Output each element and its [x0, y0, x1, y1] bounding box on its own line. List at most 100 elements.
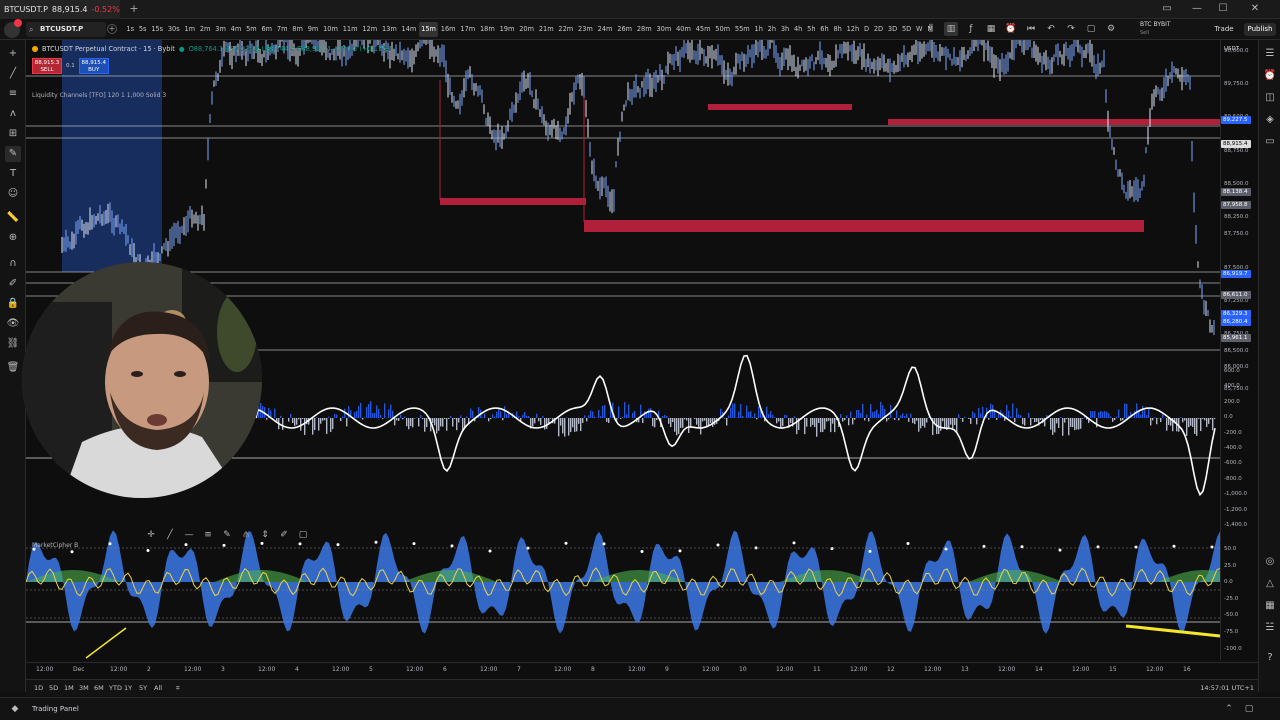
trade-button[interactable]: Trade: [1212, 23, 1236, 36]
ideas-icon[interactable]: △: [1262, 576, 1278, 592]
timeframe-15s[interactable]: 15s: [149, 22, 166, 37]
timeframe-10m[interactable]: 10m: [321, 22, 341, 37]
replay-icon[interactable]: ⏮: [1024, 22, 1038, 36]
magnet-icon[interactable]: ∩: [5, 256, 21, 272]
timeframe-55m[interactable]: 55m: [733, 22, 753, 37]
timeframe-24m[interactable]: 24m: [595, 22, 615, 37]
trendline-icon[interactable]: ╱: [163, 528, 177, 542]
link-icon[interactable]: ⛓: [5, 336, 21, 352]
pattern-icon[interactable]: ʌ: [5, 106, 21, 122]
timeframe-50m[interactable]: 50m: [713, 22, 733, 37]
timeframe-9m[interactable]: 9m: [305, 22, 320, 37]
timeframe-13m[interactable]: 13m: [380, 22, 400, 37]
brush-icon[interactable]: ✎: [220, 528, 234, 542]
watchlist-icon[interactable]: ☰: [1262, 46, 1278, 62]
maximize-panel-icon[interactable]: ▢: [1242, 703, 1256, 716]
clock[interactable]: 14:57:01 UTC+1: [1200, 682, 1254, 695]
icons-tool-icon[interactable]: ☺: [5, 186, 21, 202]
timeframe-3m[interactable]: 3m: [213, 22, 228, 37]
timeframe-40m[interactable]: 40m: [674, 22, 694, 37]
pitchfork-icon[interactable]: ⫛: [239, 528, 253, 542]
zoom-icon[interactable]: ⊕: [5, 230, 21, 246]
sell-button[interactable]: 88,915.3 SELL: [32, 58, 62, 74]
timeframe-16m[interactable]: 16m: [438, 22, 458, 37]
timeframe-19m[interactable]: 19m: [497, 22, 517, 37]
candles-icon[interactable]: ▥: [944, 22, 958, 36]
redo-icon[interactable]: ↷: [1064, 22, 1078, 36]
layers-icon[interactable]: ◈: [1262, 112, 1278, 128]
timeframe-6h[interactable]: 6h: [818, 22, 831, 37]
timeframe-1s[interactable]: 1s: [124, 22, 136, 37]
time-axis[interactable]: 12:00 Dec 12:00 2 12:00 3 12:00 4 12:00 5 12:00 6 12…: [26, 662, 1258, 678]
timeframe-17m[interactable]: 17m: [458, 22, 478, 37]
buy-button[interactable]: 88,915.4 BUY: [78, 58, 109, 74]
timeframe-4h[interactable]: 4h: [792, 22, 805, 37]
timeframe-26m[interactable]: 26m: [615, 22, 635, 37]
screenshot-icon[interactable]: ⚙: [1104, 22, 1118, 36]
timeframe-22m[interactable]: 22m: [556, 22, 576, 37]
close-icon[interactable]: ✕: [1246, 2, 1264, 16]
indicators-icon[interactable]: ƒ: [964, 22, 978, 36]
timeframe-3h[interactable]: 3h: [778, 22, 791, 37]
minimize-icon[interactable]: —: [1188, 2, 1206, 16]
timeframe-21m[interactable]: 21m: [536, 22, 556, 37]
layout-icon[interactable]: ▭: [1158, 2, 1176, 16]
timeframe-2m[interactable]: 2m: [197, 22, 212, 37]
browser-tab[interactable]: BTCUSDT.P 88,915.4 -0.52%: [0, 0, 120, 19]
timeframe-30s[interactable]: 30s: [165, 22, 182, 37]
timeframe-8m[interactable]: 8m: [290, 22, 305, 37]
range-all[interactable]: All: [154, 682, 162, 695]
timeframe-11m[interactable]: 11m: [340, 22, 360, 37]
trading-panel-tab[interactable]: Trading Panel: [32, 703, 79, 716]
timeframe-5s[interactable]: 5s: [136, 22, 148, 37]
brush-icon[interactable]: ✎: [5, 146, 21, 162]
text-icon[interactable]: T: [5, 166, 21, 182]
timeframe-5D[interactable]: 5D: [900, 22, 914, 37]
timeframe-1h[interactable]: 1h: [752, 22, 765, 37]
compare-symbol-icon[interactable]: +: [107, 24, 117, 34]
timeframe-5h[interactable]: 5h: [805, 22, 818, 37]
timeframe-8h[interactable]: 8h: [831, 22, 844, 37]
timeframe-28m[interactable]: 28m: [634, 22, 654, 37]
trash-icon[interactable]: 🗑: [5, 360, 21, 376]
timeframe-2D[interactable]: 2D: [871, 22, 885, 37]
range-5y[interactable]: 5Y: [139, 682, 147, 695]
pencil-icon[interactable]: ✐: [277, 528, 291, 542]
timeframe-23m[interactable]: 23m: [576, 22, 596, 37]
symbol-search[interactable]: ⌕ BTCUSDT.P: [26, 22, 106, 37]
price-axis[interactable]: USDT 90,000.089,750.089,500.088,750.088,…: [1220, 40, 1258, 660]
timeframe-4m[interactable]: 4m: [228, 22, 243, 37]
range-1d[interactable]: 1D: [34, 682, 43, 695]
timeframe-5m[interactable]: 5m: [244, 22, 259, 37]
help-icon[interactable]: ?: [1262, 650, 1278, 666]
timeframe-12m[interactable]: 12m: [360, 22, 380, 37]
calendar-icon[interactable]: ▦: [1262, 598, 1278, 614]
fib-icon[interactable]: ≡: [201, 528, 215, 542]
timeframe-20m[interactable]: 20m: [517, 22, 537, 37]
bar-type-icon[interactable]: ⫼: [924, 22, 938, 36]
stay-drawing-icon[interactable]: ✐: [5, 276, 21, 292]
horizontal-line-icon[interactable]: —: [182, 528, 196, 542]
range-1m[interactable]: 1M: [64, 682, 74, 695]
collapse-icon[interactable]: ⌃: [1222, 703, 1236, 716]
alerts-icon[interactable]: ⏰: [1262, 68, 1278, 84]
timeframe-45m[interactable]: 45m: [693, 22, 713, 37]
fib-icon[interactable]: ≡: [5, 86, 21, 102]
indicator-legend[interactable]: Liquidity Channels [TFO] 120 1 1,000 Sol…: [32, 92, 166, 99]
timeframe-D[interactable]: D: [862, 22, 872, 37]
trendline-icon[interactable]: ╱: [5, 66, 21, 82]
range-1y[interactable]: 1Y: [124, 682, 132, 695]
publish-button[interactable]: Publish: [1244, 23, 1276, 36]
timeframe-6m[interactable]: 6m: [259, 22, 274, 37]
rectangle-icon[interactable]: ▢: [296, 528, 310, 542]
lock-icon[interactable]: 🔒: [5, 296, 21, 312]
timeframe-12h[interactable]: 12h: [844, 22, 861, 37]
timeframe-2h[interactable]: 2h: [765, 22, 778, 37]
undo-icon[interactable]: ↶: [1044, 22, 1058, 36]
timeframe-30m[interactable]: 30m: [654, 22, 674, 37]
news-icon[interactable]: ☱: [1262, 620, 1278, 636]
data-window-icon[interactable]: ◫: [1262, 90, 1278, 106]
timeframe-1m[interactable]: 1m: [182, 22, 197, 37]
new-tab-icon[interactable]: +: [128, 2, 140, 16]
timeframe-15m[interactable]: 15m: [418, 22, 439, 37]
